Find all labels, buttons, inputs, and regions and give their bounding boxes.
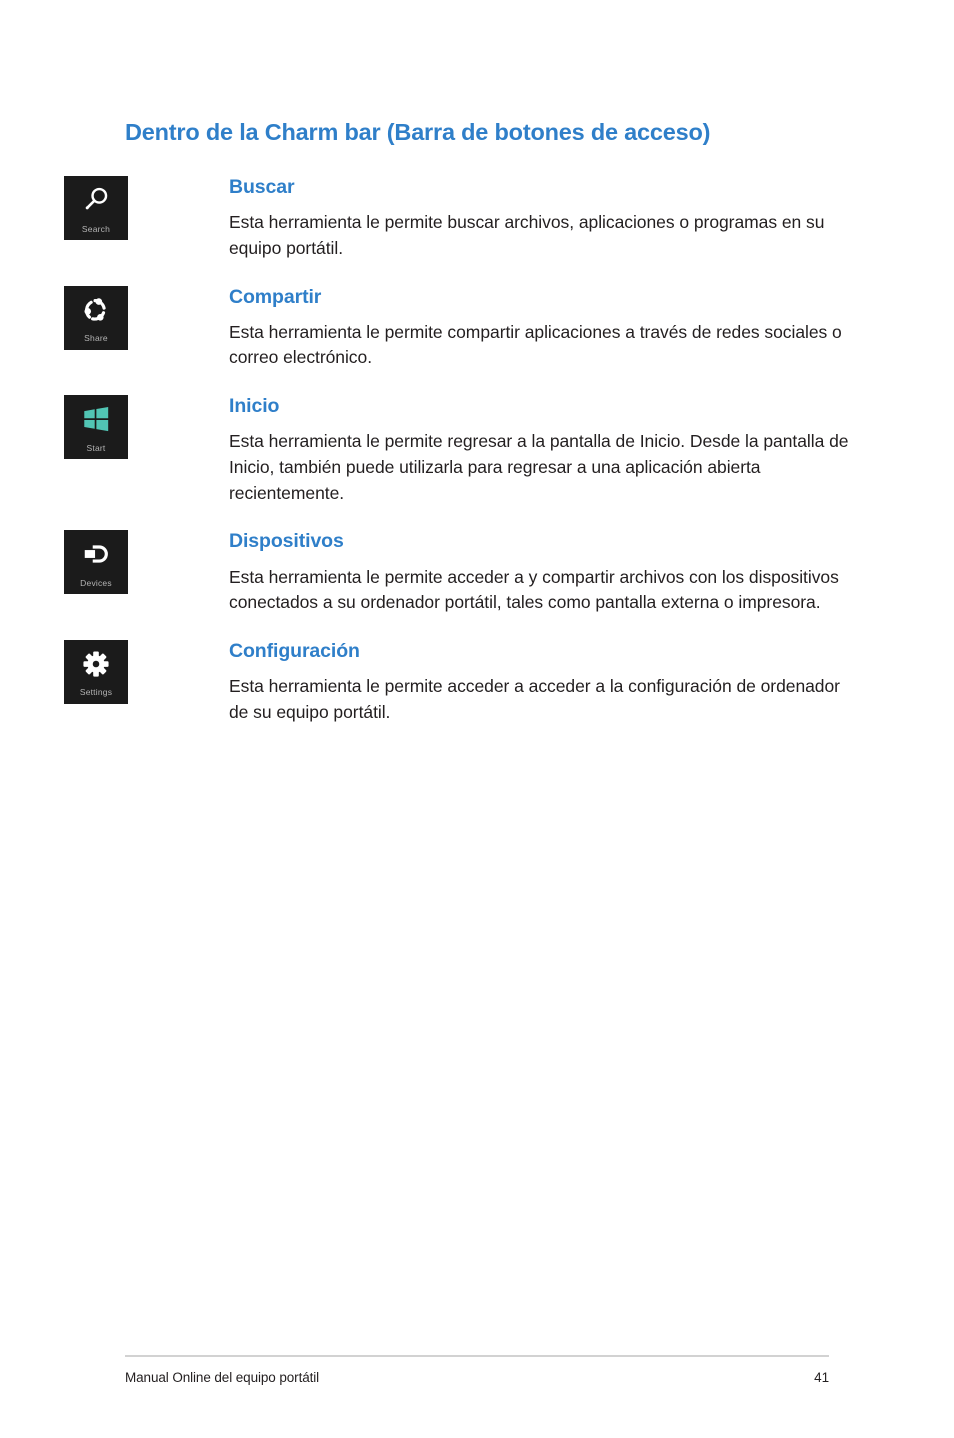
charm-tile-label: Share	[84, 333, 108, 344]
charm-heading: Dispositivos	[229, 530, 344, 553]
footer: Manual Online del equipo portátil 41	[125, 1370, 829, 1385]
charm-tile-devices[interactable]: Devices	[64, 530, 128, 595]
charm-tile-cell: Share	[0, 285, 134, 350]
charm-description: Esta herramienta le permite acceder a ac…	[229, 676, 840, 722]
share-nodes-icon	[84, 297, 106, 321]
charm-heading: Configuración	[229, 639, 360, 662]
charm-item: Devices Dispositivos Esta herramienta le…	[0, 530, 954, 616]
charm-text-cell: Buscar Esta herramienta le permite busca…	[134, 176, 954, 262]
charm-tile-label: Start	[86, 442, 106, 453]
charm-tile-search[interactable]: Search	[64, 176, 128, 240]
charm-item: Settings Configuración Esta herramienta …	[0, 639, 954, 726]
charm-item: Share Compartir Esta herramienta le perm…	[0, 285, 954, 372]
charm-tile-cell: Search	[0, 176, 134, 240]
charm-tile-start[interactable]: Start	[64, 395, 128, 460]
charm-tile-label: Search	[81, 223, 111, 234]
page-title: Dentro de la Charm bar (Barra de botones…	[125, 119, 711, 145]
charm-description: Esta herramienta le permite regresar a l…	[229, 431, 849, 503]
charm-text-cell: Inicio Esta herramienta le permite regre…	[134, 395, 954, 506]
charm-tile-label: Settings	[79, 687, 113, 698]
windows-logo-icon	[84, 407, 109, 432]
devices-icon	[84, 545, 108, 563]
charm-heading: Inicio	[229, 395, 280, 418]
document-page: Dentro de la Charm bar (Barra de botones…	[0, 0, 954, 1438]
charm-heading: Buscar	[229, 176, 295, 198]
gear-icon	[83, 651, 109, 677]
charm-text-cell: Compartir Esta herramienta le permite co…	[134, 286, 954, 372]
charm-list: Search Buscar Esta herramienta le permit…	[0, 176, 954, 725]
footer-manual-title: Manual Online del equipo portátil	[125, 1370, 320, 1385]
charm-tile-settings[interactable]: Settings	[64, 639, 128, 704]
charm-tile-cell: Settings	[0, 639, 134, 704]
footer-page-number: 41	[814, 1370, 829, 1385]
charm-description: Esta herramienta le permite compartir ap…	[229, 321, 842, 368]
charm-item: Search Buscar Esta herramienta le permit…	[0, 176, 954, 262]
charm-tile-cell: Devices	[0, 530, 134, 595]
charm-description: Esta herramienta le permite acceder a y …	[229, 566, 839, 613]
charm-heading: Compartir	[229, 285, 322, 308]
charm-item: Start Inicio Esta herramienta le permite…	[0, 395, 954, 506]
charm-tile-cell: Start	[0, 395, 134, 460]
charm-text-cell: Dispositivos Esta herramienta le permite…	[134, 530, 954, 616]
charm-text-cell: Configuración Esta herramienta le permit…	[134, 640, 954, 726]
charm-tile-share[interactable]: Share	[64, 285, 128, 350]
magnifier-icon	[85, 187, 108, 210]
footer-divider	[125, 1355, 829, 1357]
charm-description: Esta herramienta le permite buscar archi…	[229, 212, 825, 258]
charm-tile-label: Devices	[80, 577, 112, 588]
